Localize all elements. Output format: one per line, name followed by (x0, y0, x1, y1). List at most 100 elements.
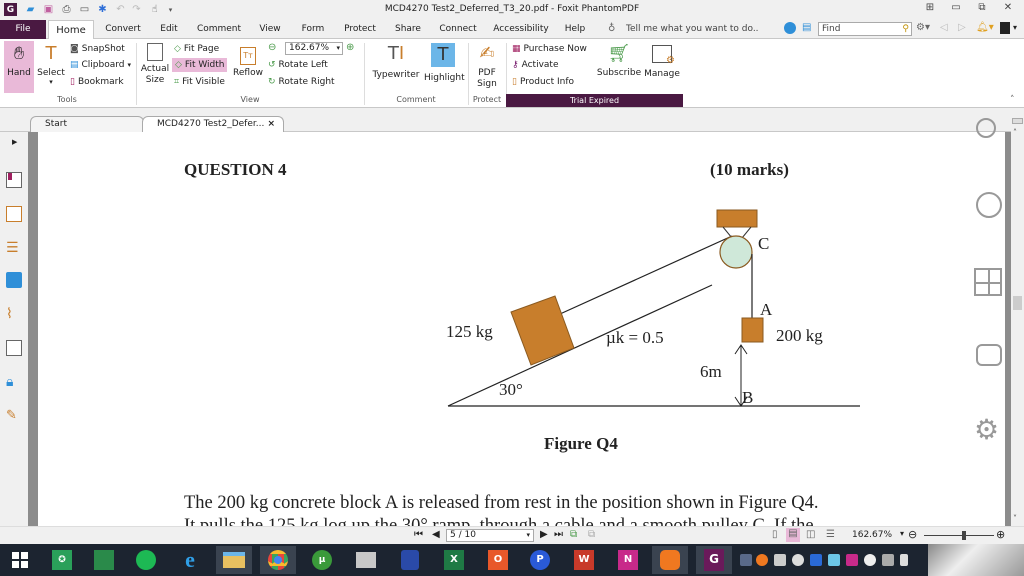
tray-app-icon[interactable] (810, 554, 822, 566)
tab-start[interactable]: Start (30, 116, 144, 132)
actual-size-button[interactable]: Actual Size (140, 41, 170, 93)
vertical-scrollbar[interactable]: ˄ ˅ (1011, 118, 1024, 526)
tray-zoom-icon[interactable] (756, 554, 768, 566)
user-avatar-icon[interactable] (1000, 22, 1010, 34)
tray-sync-icon[interactable] (774, 554, 786, 566)
security-lock-icon[interactable]: 🔒︎ (6, 374, 22, 390)
search-magnifier-icon[interactable] (976, 118, 996, 138)
spotify-icon[interactable] (128, 546, 164, 574)
fit-visible-button[interactable]: ⌗ Fit Visible (174, 75, 225, 89)
devices-icon[interactable] (976, 344, 1002, 366)
last-page-icon[interactable]: ⏭ (554, 529, 563, 540)
foxit-pdf-icon[interactable]: G (696, 546, 732, 574)
desktop-peek-thumbnail[interactable] (928, 544, 1024, 576)
next-view-icon[interactable]: ⧉ (588, 529, 595, 540)
settings-gear-icon[interactable]: ⚙ (974, 416, 999, 444)
tab-help[interactable]: Help (560, 20, 590, 39)
tab-protect[interactable]: Protect (338, 20, 382, 39)
comments-panel-icon[interactable] (6, 272, 22, 288)
notification-bell-icon[interactable]: 🔔︎▾ (976, 22, 994, 33)
single-page-icon[interactable]: ▯ (772, 529, 778, 540)
close-tab-icon[interactable]: × (267, 117, 275, 132)
file-explorer-icon[interactable] (216, 546, 252, 574)
tray-battery-icon[interactable] (900, 554, 908, 566)
zoom-select[interactable]: 162.67% ▾ (285, 42, 343, 55)
purchase-now-button[interactable]: ▦ Purchase Now (512, 42, 587, 56)
continuous-facing-icon[interactable]: ☰ (826, 529, 835, 540)
fit-width-button[interactable]: ◇ Fit Width (172, 58, 228, 72)
tray-flag-icon[interactable] (882, 554, 894, 566)
highlight-button[interactable]: T Highlight (424, 41, 465, 93)
chrome-icon[interactable] (260, 546, 296, 574)
excel-icon[interactable]: X (436, 546, 472, 574)
settings-gear-icon[interactable]: ⚙▾ (916, 22, 930, 33)
find-folder-icon[interactable]: ▤ (802, 22, 811, 33)
facing-pages-icon[interactable]: ◫ (806, 529, 815, 540)
pdf-sign-button[interactable]: ✍︎ PDF Sign (472, 41, 502, 93)
continuous-page-icon[interactable]: ▤ (786, 528, 800, 542)
panel-splitter[interactable] (28, 132, 38, 526)
share-icon[interactable] (976, 192, 1002, 218)
tab-file[interactable]: File (0, 20, 46, 39)
tray-onedrive-icon[interactable] (792, 554, 804, 566)
zoom-out-icon[interactable]: ⊖ (268, 42, 276, 53)
tab-view[interactable]: View (252, 20, 288, 39)
user-menu-chevron-icon[interactable]: ▾ (1013, 23, 1017, 32)
next-result-icon[interactable]: ▷ (958, 22, 966, 33)
maximize-button[interactable]: ⧉ (972, 2, 992, 18)
bookmarks-panel-icon[interactable] (6, 172, 22, 188)
signatures-panel-icon[interactable] (6, 340, 22, 356)
tray-checklist-icon[interactable] (828, 554, 840, 566)
tab-edit[interactable]: Edit (152, 20, 186, 39)
page-number-input[interactable]: 5 / 10 ▾ (446, 529, 534, 542)
zoom-in-icon[interactable]: ⊕ (346, 42, 354, 53)
fit-page-button[interactable]: ◇ Fit Page (174, 42, 219, 56)
snapshot-button[interactable]: ◙ SnapShot (70, 42, 125, 56)
tab-convert[interactable]: Convert (100, 20, 146, 39)
subscribe-button[interactable]: 🛒︎ Subscribe (596, 41, 642, 93)
select-button[interactable]: T Select ▾ (36, 41, 66, 93)
onenote-icon[interactable]: N (610, 546, 646, 574)
tab-comment[interactable]: Comment (194, 20, 244, 39)
zoom-in-button[interactable]: ⊕ (996, 528, 1005, 541)
zoom-out-button[interactable]: ⊖ (908, 528, 917, 541)
powerpoint-icon[interactable]: P (522, 546, 558, 574)
hand-button[interactable]: ✋︎ Hand (4, 41, 34, 93)
tray-onenote-icon[interactable] (846, 554, 858, 566)
clipboard-app-icon[interactable] (392, 546, 428, 574)
next-page-icon[interactable]: ▶ (540, 529, 548, 540)
collapse-ribbon-icon[interactable]: ˄ (1010, 95, 1015, 105)
minimize-button[interactable]: ▭ (946, 2, 966, 18)
certify-pen-icon[interactable]: ✎ (6, 408, 22, 424)
reflow-button[interactable]: Tт Reflow (232, 41, 264, 93)
tab-share[interactable]: Share (390, 20, 426, 39)
zoom-slider-track[interactable] (924, 535, 994, 536)
layers-panel-icon[interactable]: ☰ (6, 240, 22, 256)
zoom-dropdown-icon[interactable]: ▾ (900, 529, 904, 538)
bookmark-button[interactable]: ▯ Bookmark (70, 75, 124, 89)
internet-explorer-icon[interactable]: e (172, 546, 208, 574)
taskbar-app-icon[interactable]: ✪ (44, 546, 80, 574)
previous-page-icon[interactable]: ◀ (432, 529, 440, 540)
tab-form[interactable]: Form (296, 20, 330, 39)
tab-document[interactable]: MCD4270 Test2_Defer... × (142, 116, 284, 132)
close-button[interactable]: ✕ (998, 2, 1018, 18)
word-icon[interactable]: W (566, 546, 602, 574)
first-page-icon[interactable]: ⏮ (414, 529, 423, 540)
zoom-slider-thumb[interactable] (962, 531, 966, 540)
scroll-down-icon[interactable]: ˅ (1013, 514, 1017, 523)
restore-layout-icon[interactable]: ⊞ (920, 2, 940, 18)
expand-panel-icon[interactable]: ▶ (12, 138, 17, 146)
tab-accessibility[interactable]: Accessibility (490, 20, 552, 39)
tray-cloud-icon[interactable] (864, 554, 876, 566)
find-input[interactable]: Find ⚲ (818, 22, 912, 36)
rotate-right-button[interactable]: ↻ Rotate Right (268, 75, 335, 89)
performance-monitor-icon[interactable] (348, 546, 384, 574)
office-icon[interactable]: O (480, 546, 516, 574)
tray-network-icon[interactable] (740, 554, 752, 566)
zoom-app-icon[interactable] (652, 546, 688, 574)
tab-connect[interactable]: Connect (434, 20, 482, 39)
scroll-thumb[interactable] (1013, 296, 1022, 310)
previous-result-icon[interactable]: ◁ (940, 22, 948, 33)
tab-home[interactable]: Home (48, 20, 94, 40)
